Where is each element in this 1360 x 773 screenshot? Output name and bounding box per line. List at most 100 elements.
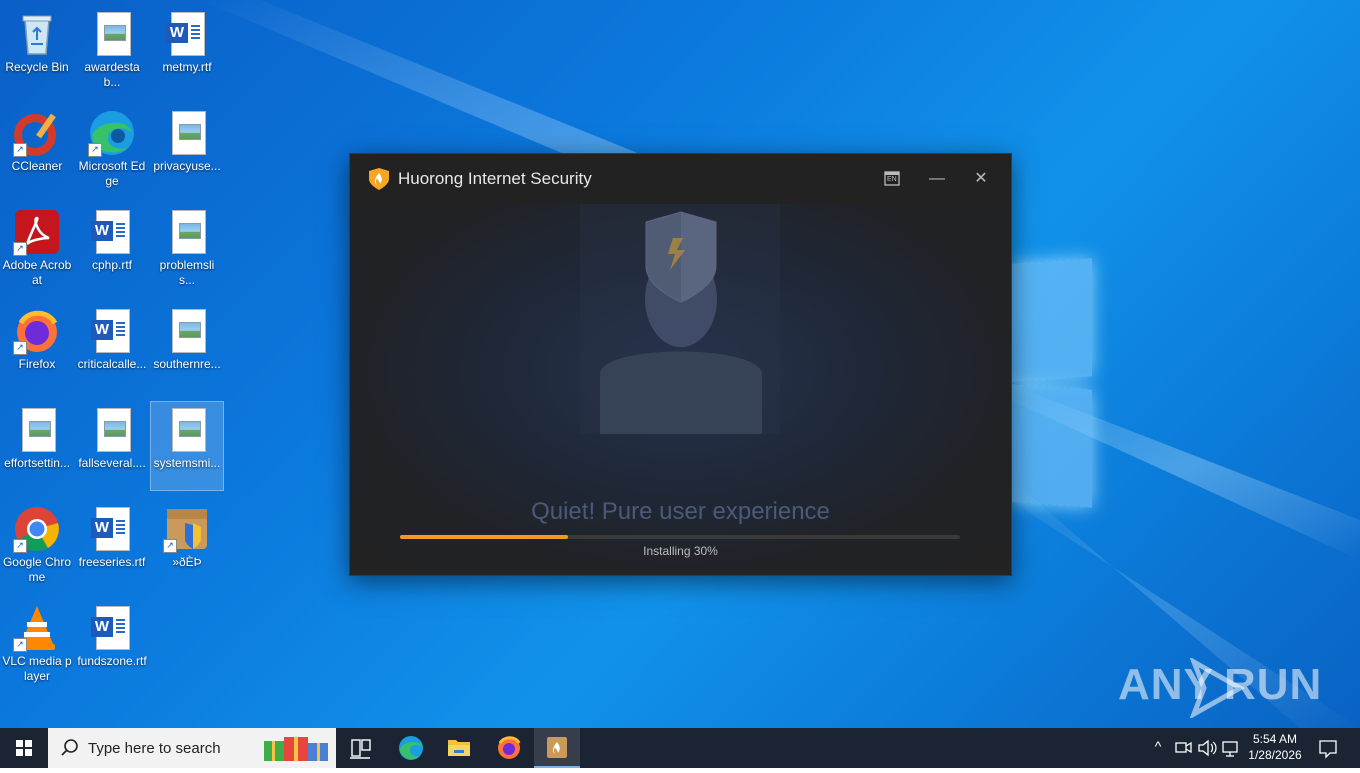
taskbar-huorong-installer[interactable]	[534, 728, 580, 768]
acrobat-icon: ↗	[13, 208, 61, 256]
title-bar[interactable]: Huorong Internet Security EN — ✕	[350, 154, 1011, 204]
icon-label: fundszone.rtf	[77, 654, 147, 668]
desktop-icon-installer-package[interactable]: ↗ »ðÈÞ	[151, 501, 223, 589]
shortcut-arrow-icon: ↗	[13, 143, 27, 157]
taskbar-firefox[interactable]	[486, 728, 532, 768]
desktop-icon-effortsettin[interactable]: effortsettin...	[1, 402, 73, 490]
shortcut-arrow-icon: ↗	[163, 539, 177, 553]
language-label: EN	[887, 176, 897, 183]
desktop-icon-microsoft-edge[interactable]: ↗ Microsoft Edge	[76, 105, 148, 193]
installer-package-icon	[547, 737, 567, 758]
ccleaner-icon: ↗	[13, 109, 61, 157]
window-title: Huorong Internet Security	[398, 169, 592, 188]
watermark-text-right: RUN	[1224, 660, 1323, 709]
icon-label: Firefox	[18, 357, 56, 371]
close-icon: ✕	[974, 170, 988, 187]
desktop-icon-adobe-acrobat[interactable]: ↗ Adobe Acrobat	[1, 204, 73, 292]
word-document-icon: W	[163, 10, 211, 58]
image-file-icon	[163, 307, 211, 355]
desktop-icon-fallseveral[interactable]: fallseveral....	[76, 402, 148, 490]
image-file-icon	[88, 10, 136, 58]
tray-network[interactable]	[1220, 728, 1242, 768]
edge-icon	[399, 736, 423, 760]
shortcut-arrow-icon: ↗	[88, 143, 102, 157]
tray-volume[interactable]	[1196, 728, 1218, 768]
tray-meet-now[interactable]	[1172, 728, 1194, 768]
taskbar-clock[interactable]: 5:54 AM 1/28/2026	[1244, 732, 1306, 762]
huorong-installer-window[interactable]: Quiet! Pure user experience Huorong Inte…	[349, 153, 1012, 576]
language-button[interactable]: EN	[879, 166, 905, 192]
desktop-icon-firefox[interactable]: ↗ Firefox	[1, 303, 73, 391]
icon-label: privacyuse...	[153, 159, 221, 173]
desktop-icon-problemslis[interactable]: problemslis...	[151, 204, 223, 292]
notification-center-button[interactable]	[1312, 728, 1344, 768]
icon-label: systemsmi...	[153, 456, 221, 470]
speaker-icon	[1198, 739, 1217, 757]
word-document-icon: W	[88, 505, 136, 553]
icon-label: southernre...	[153, 357, 221, 371]
taskbar-file-explorer[interactable]	[436, 728, 482, 768]
desktop-icon-southernre[interactable]: southernre...	[151, 303, 223, 391]
desktop-icon-vlc[interactable]: ↗ VLC media player	[1, 600, 73, 688]
icon-label: cphp.rtf	[91, 258, 133, 272]
desktop-icon-privacyuse[interactable]: privacyuse...	[151, 105, 223, 193]
desktop-icon-recycle-bin[interactable]: Recycle Bin	[1, 6, 73, 94]
camera-icon	[1175, 741, 1192, 754]
notification-icon	[1319, 740, 1337, 759]
search-placeholder: Type here to search	[88, 740, 221, 757]
icon-label: awardestab...	[84, 60, 140, 89]
vlc-icon: ↗	[13, 604, 61, 652]
desktop-icon-fundszone[interactable]: W fundszone.rtf	[76, 600, 148, 688]
minimize-button[interactable]: —	[924, 166, 950, 192]
icon-label: CCleaner	[11, 159, 63, 173]
desktop-icon-google-chrome[interactable]: ↗ Google Chrome	[1, 501, 73, 589]
install-progress-bar	[400, 535, 960, 539]
image-file-icon	[13, 406, 61, 454]
folder-icon	[448, 740, 470, 756]
icon-label: metmy.rtf	[162, 60, 212, 74]
tagline-text: Quiet! Pure user experience	[531, 498, 830, 525]
desktop-icon-ccleaner[interactable]: ↗ CCleaner	[1, 105, 73, 193]
word-document-icon: W	[88, 208, 136, 256]
icon-label: fallseveral....	[78, 456, 146, 470]
windows-wallpaper-logo	[1000, 255, 1100, 515]
icon-label: freeseries.rtf	[78, 555, 146, 569]
firefox-icon	[498, 736, 521, 759]
desktop-icon-systemsmi[interactable]: systemsmi...	[150, 401, 224, 491]
network-icon	[1222, 741, 1238, 757]
firefox-icon: ↗	[13, 307, 61, 355]
chevron-up-icon: ^	[1154, 738, 1162, 754]
word-document-icon: W	[88, 307, 136, 355]
icon-label: Microsoft Edge	[78, 159, 146, 188]
install-progress-fill	[400, 535, 568, 539]
shortcut-arrow-icon: ↗	[13, 341, 27, 355]
icon-label: problemslis...	[159, 258, 215, 287]
show-hidden-icons-button[interactable]: ^	[1150, 738, 1166, 754]
taskbar-search-box[interactable]: Type here to search	[48, 728, 336, 768]
anyrun-watermark: ANY RUN	[1118, 658, 1321, 720]
shortcut-arrow-icon: ↗	[13, 242, 27, 256]
desktop-icon-cphp[interactable]: W cphp.rtf	[76, 204, 148, 292]
clock-time: 5:54 AM	[1252, 732, 1298, 746]
desktop-icon-metmy[interactable]: W metmy.rtf	[151, 6, 223, 94]
image-file-icon	[163, 406, 211, 454]
taskbar-edge[interactable]	[388, 728, 434, 768]
task-view-button[interactable]	[337, 728, 383, 768]
hero-banner: Quiet! Pure user experience	[350, 204, 1011, 574]
gift-boxes-icon	[264, 737, 328, 761]
start-button[interactable]	[0, 728, 48, 768]
icon-label: Adobe Acrobat	[2, 258, 72, 287]
icon-label: criticalcalle...	[77, 357, 147, 371]
taskbar: Type here to search ^ 5:54 AM 1/28/2026	[0, 728, 1360, 768]
shortcut-arrow-icon: ↗	[13, 638, 27, 652]
close-button[interactable]: ✕	[968, 166, 994, 192]
desktop-icon-criticalcalle[interactable]: W criticalcalle...	[76, 303, 148, 391]
clock-date: 1/28/2026	[1248, 748, 1302, 762]
install-status: Installing 30%	[643, 544, 718, 558]
desktop-icon-freeseries[interactable]: W freeseries.rtf	[76, 501, 148, 589]
icon-label: VLC media player	[2, 654, 72, 683]
desktop: Recycle Bin ↗ CCleaner ↗ Adobe Acrobat ↗…	[0, 0, 1360, 728]
icon-label: »ðÈÞ	[172, 555, 202, 569]
desktop-icon-awardestab[interactable]: awardestab...	[76, 6, 148, 94]
icon-label: Google Chrome	[2, 555, 72, 584]
